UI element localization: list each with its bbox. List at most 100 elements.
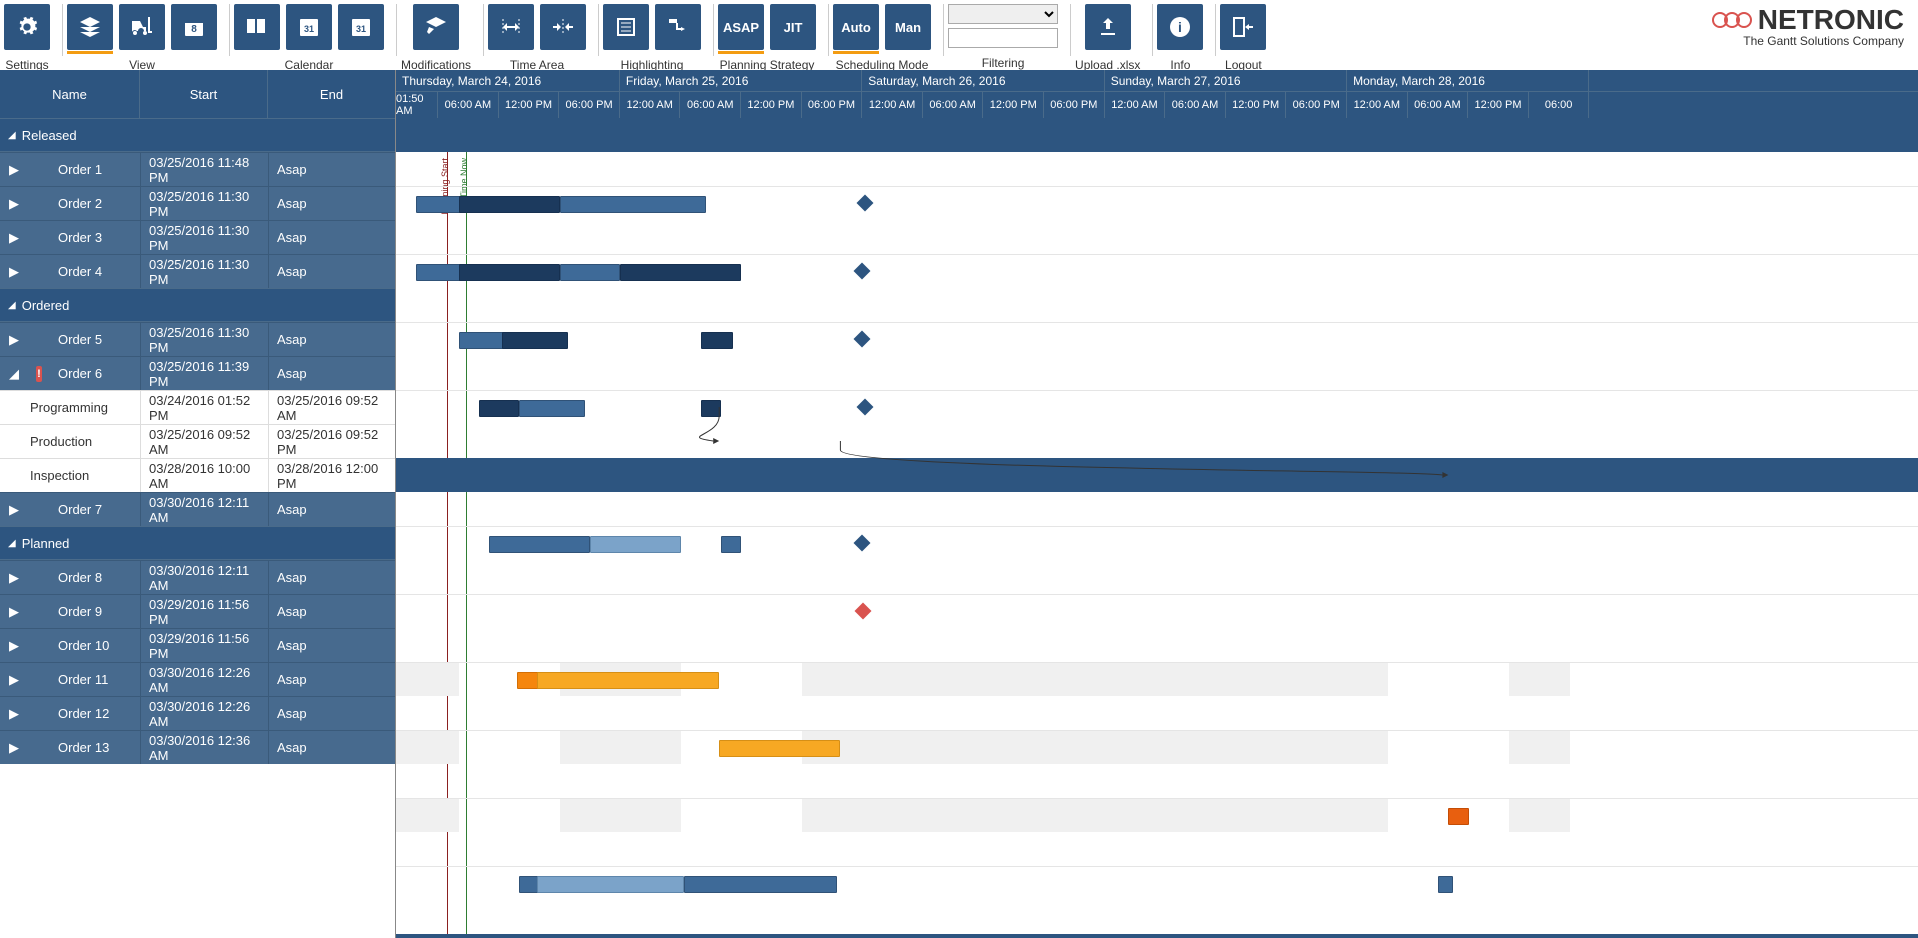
- auto-button[interactable]: Auto: [833, 4, 879, 50]
- expand-icon[interactable]: ▶: [0, 221, 28, 254]
- order-row[interactable]: ▶Order 203/25/2016 11:30 PMAsap: [0, 186, 395, 220]
- calendar-pages-button[interactable]: [234, 4, 280, 50]
- order-row[interactable]: ▶Order 1203/30/2016 12:26 AMAsap: [0, 696, 395, 730]
- order-row[interactable]: ▶Order 403/25/2016 11:30 PMAsap: [0, 254, 395, 288]
- gantt-bar[interactable]: [1438, 876, 1453, 893]
- col-start[interactable]: Start: [140, 70, 268, 118]
- gantt-bar[interactable]: [620, 264, 741, 281]
- expand-icon[interactable]: ▶: [0, 323, 28, 356]
- order-row[interactable]: ▶Order 1003/29/2016 11:56 PMAsap: [0, 628, 395, 662]
- expand-icon[interactable]: ▶: [0, 255, 28, 288]
- task-row[interactable]: Production03/25/2016 09:52 AM03/25/2016 …: [0, 424, 395, 458]
- order-name: Order 9: [50, 595, 140, 628]
- settings-button[interactable]: [4, 4, 50, 50]
- order-row[interactable]: ▶Order 503/25/2016 11:30 PMAsap: [0, 322, 395, 356]
- calendar-31b-button[interactable]: 31: [338, 4, 384, 50]
- milestone-icon[interactable]: [855, 603, 872, 620]
- timeline-hour: 01:50 AM: [396, 92, 438, 118]
- col-name[interactable]: Name: [0, 70, 140, 118]
- col-end[interactable]: End: [268, 70, 395, 118]
- milestone-icon[interactable]: [853, 263, 870, 280]
- order-row[interactable]: ▶Order 903/29/2016 11:56 PMAsap: [0, 594, 395, 628]
- task-row[interactable]: Programming03/24/2016 01:52 PM03/25/2016…: [0, 390, 395, 424]
- asap-button[interactable]: ASAP: [718, 4, 764, 50]
- svg-text:31: 31: [304, 24, 314, 34]
- milestone-icon[interactable]: [856, 195, 873, 212]
- gantt-bar[interactable]: [489, 536, 590, 553]
- order-name: Order 12: [50, 697, 140, 730]
- task-row[interactable]: Inspection03/28/2016 10:00 AM03/28/2016 …: [0, 458, 395, 492]
- view-calendar8-button[interactable]: 8: [171, 4, 217, 50]
- timearea-expand-button[interactable]: [488, 4, 534, 50]
- timeline-hour: 12:00 PM: [983, 92, 1044, 118]
- timeline-hour: 06:00 PM: [802, 92, 863, 118]
- expand-icon[interactable]: ▶: [0, 187, 28, 220]
- timeline-hour: 12:00 AM: [1347, 92, 1408, 118]
- gantt-bar[interactable]: [560, 196, 706, 213]
- man-button[interactable]: Man: [885, 4, 931, 50]
- timeline-day: Sunday, March 27, 2016: [1105, 70, 1347, 91]
- expand-icon[interactable]: ▶: [0, 731, 28, 764]
- table-header: Name Start End: [0, 70, 395, 118]
- group-header[interactable]: ◢Planned: [0, 526, 395, 560]
- order-row[interactable]: ▶Order 703/30/2016 12:11 AMAsap: [0, 492, 395, 526]
- gantt-bar[interactable]: [537, 672, 719, 689]
- gantt-bar[interactable]: [719, 740, 840, 757]
- logout-button[interactable]: [1220, 4, 1266, 50]
- order-name: Order 11: [50, 663, 140, 696]
- svg-text:8: 8: [191, 24, 197, 35]
- chart-row: [396, 730, 1918, 764]
- order-end: Asap: [268, 255, 395, 288]
- order-row[interactable]: ▶Order 803/30/2016 12:11 AMAsap: [0, 560, 395, 594]
- order-end: Asap: [268, 595, 395, 628]
- filter-select[interactable]: [948, 4, 1058, 24]
- gantt-bar[interactable]: [459, 264, 560, 281]
- expand-icon[interactable]: ▶: [0, 595, 28, 628]
- group-header[interactable]: ◢Released: [0, 118, 395, 152]
- expand-icon[interactable]: ▶: [0, 153, 28, 186]
- modifications-button[interactable]: [413, 4, 459, 50]
- gantt-bar[interactable]: [701, 400, 721, 417]
- view-layers-button[interactable]: [67, 4, 113, 50]
- expand-icon[interactable]: ▶: [0, 663, 28, 696]
- gantt-bar[interactable]: [459, 196, 560, 213]
- gantt-bar[interactable]: [537, 876, 683, 893]
- milestone-icon[interactable]: [853, 535, 870, 552]
- milestone-icon[interactable]: [853, 331, 870, 348]
- gantt-bar[interactable]: [560, 264, 621, 281]
- expand-icon[interactable]: ▶: [0, 629, 28, 662]
- gantt-bar[interactable]: [684, 876, 838, 893]
- expand-icon[interactable]: ▶: [0, 493, 28, 526]
- order-row[interactable]: ◢!Order 603/25/2016 11:39 PMAsap: [0, 356, 395, 390]
- filter-input[interactable]: [948, 28, 1058, 48]
- order-row[interactable]: ▶Order 303/25/2016 11:30 PMAsap: [0, 220, 395, 254]
- expand-icon[interactable]: ◢: [0, 357, 28, 390]
- gantt-bar[interactable]: [519, 400, 585, 417]
- gantt-bar[interactable]: [479, 400, 519, 417]
- timearea-collapse-button[interactable]: [540, 4, 586, 50]
- expand-icon[interactable]: ▶: [0, 561, 28, 594]
- highlight-flow-button[interactable]: [655, 4, 701, 50]
- upload-button[interactable]: [1085, 4, 1131, 50]
- gantt-bar[interactable]: [590, 536, 681, 553]
- order-row[interactable]: ▶Order 1103/30/2016 12:26 AMAsap: [0, 662, 395, 696]
- order-row[interactable]: ▶Order 1303/30/2016 12:36 AMAsap: [0, 730, 395, 764]
- view-forklift-button[interactable]: [119, 4, 165, 50]
- expand-icon[interactable]: ▶: [0, 697, 28, 730]
- warn-cell: [28, 153, 50, 186]
- gantt-bar[interactable]: [1448, 808, 1468, 825]
- jit-button[interactable]: JIT: [770, 4, 816, 50]
- order-row[interactable]: ▶Order 103/25/2016 11:48 PMAsap: [0, 152, 395, 186]
- info-button[interactable]: i: [1157, 4, 1203, 50]
- milestone-icon[interactable]: [856, 399, 873, 416]
- highlight-list-button[interactable]: [603, 4, 649, 50]
- calendar-31a-button[interactable]: 31: [286, 4, 332, 50]
- group-header[interactable]: ◢Ordered: [0, 288, 395, 322]
- order-name: Order 5: [50, 323, 140, 356]
- gantt-bar[interactable]: [502, 332, 568, 349]
- gantt-bar[interactable]: [721, 536, 741, 553]
- order-start: 03/25/2016 11:48 PM: [140, 153, 268, 186]
- gantt-bar[interactable]: [701, 332, 733, 349]
- timeline-hour: 12:00 AM: [1105, 92, 1166, 118]
- order-end: Asap: [268, 629, 395, 662]
